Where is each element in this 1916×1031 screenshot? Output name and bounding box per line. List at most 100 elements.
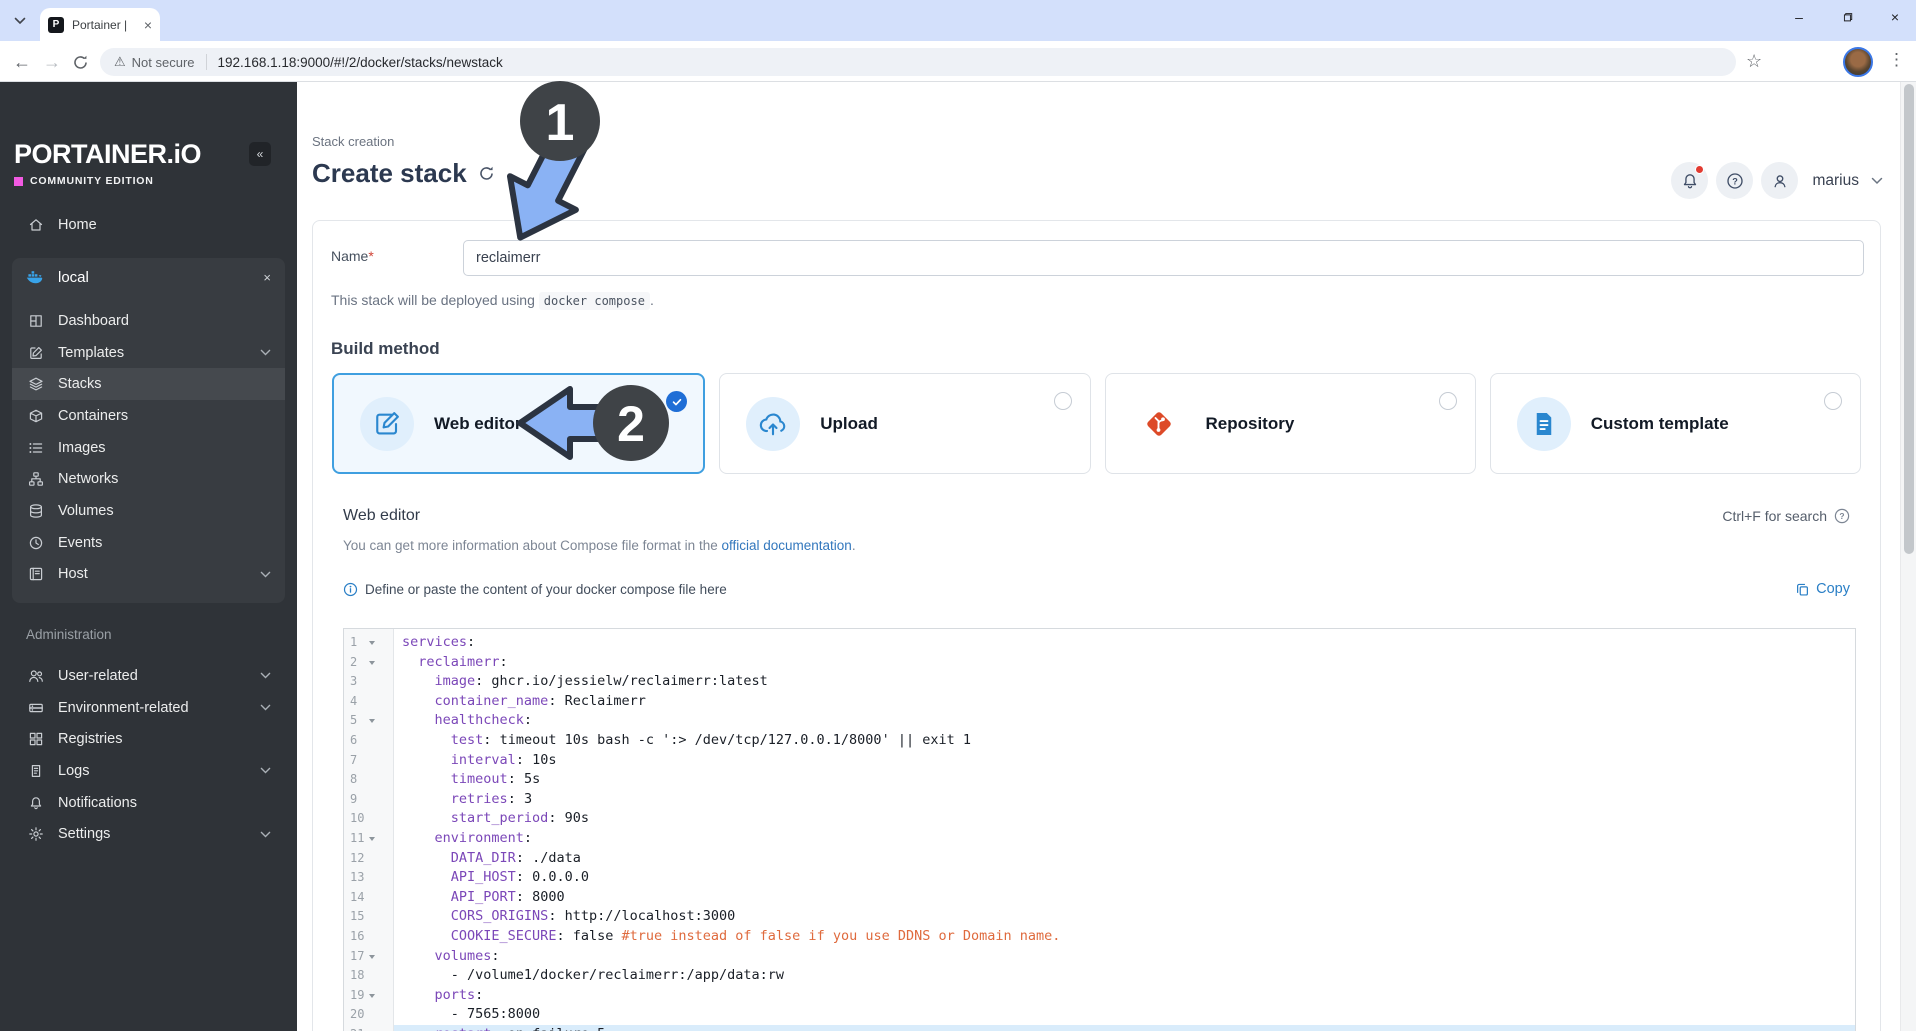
sidebar-item-events[interactable]: Events: [12, 527, 285, 559]
sidebar-item-user-related[interactable]: User-related: [12, 660, 285, 692]
environment-header[interactable]: local ×: [12, 258, 285, 297]
sidebar-item-images[interactable]: Images: [12, 432, 285, 464]
code-line[interactable]: healthcheck:: [394, 711, 1855, 731]
fold-arrow-icon[interactable]: [369, 660, 375, 665]
fold-arrow-icon[interactable]: [369, 719, 375, 724]
window-close-button[interactable]: ×: [1882, 4, 1908, 30]
editor-code-area[interactable]: services: reclaimerr: image: ghcr.io/jes…: [394, 629, 1855, 1031]
code-line[interactable]: volumes:: [394, 947, 1855, 967]
sidebar-item-logs[interactable]: Logs: [12, 755, 285, 787]
window-restore-button[interactable]: [1834, 4, 1860, 30]
sidebar-item-templates[interactable]: Templates: [12, 337, 285, 369]
code-line[interactable]: reclaimerr:: [394, 653, 1855, 673]
username[interactable]: marius: [1812, 172, 1859, 190]
sidebar-item-environment-related[interactable]: Environment-related: [12, 692, 285, 724]
code-line[interactable]: - 7565:8000: [394, 1005, 1855, 1025]
sidebar-item-dashboard[interactable]: Dashboard: [12, 305, 285, 337]
code-line[interactable]: image: ghcr.io/jessielw/reclaimerr:lates…: [394, 672, 1855, 692]
refresh-icon[interactable]: [478, 165, 495, 182]
line-number: 9: [350, 791, 358, 806]
code-line[interactable]: restart: on-failure:5: [394, 1024, 1855, 1031]
code-line[interactable]: COOKIE_SECURE: false #true instead of fa…: [394, 927, 1855, 947]
sidebar-item-label: Networks: [58, 471, 119, 488]
build-method-upload[interactable]: Upload: [719, 373, 1091, 474]
tab-search-chevron-icon[interactable]: [10, 12, 30, 30]
not-secure-label: Not secure: [131, 54, 195, 70]
fold-arrow-icon[interactable]: [369, 641, 375, 645]
window-minimize-button[interactable]: –: [1786, 4, 1812, 30]
dashboard-icon: [28, 313, 44, 329]
sidebar-item-volumes[interactable]: Volumes: [12, 495, 285, 527]
build-method-radio[interactable]: [1438, 392, 1457, 410]
browser-menu-icon[interactable]: ⋮: [1888, 50, 1905, 70]
stack-name-input[interactable]: [463, 240, 1864, 276]
browser-profile-avatar[interactable]: [1843, 47, 1873, 77]
fold-arrow-icon[interactable]: [369, 954, 375, 959]
build-method-custom-template[interactable]: Custom template: [1489, 373, 1861, 474]
tab-close-icon[interactable]: ×: [144, 17, 152, 33]
sidebar-item-home[interactable]: Home: [12, 209, 285, 241]
bookmark-star-icon[interactable]: ☆: [1746, 51, 1762, 72]
code-line[interactable]: DATA_DIR: ./data: [394, 849, 1855, 869]
sidebar-item-stacks[interactable]: Stacks: [12, 368, 285, 401]
docker-whale-icon: [26, 270, 44, 285]
build-method-radio[interactable]: [1053, 392, 1072, 410]
code-line[interactable]: container_name: Reclaimerr: [394, 692, 1855, 712]
code-line[interactable]: API_PORT: 8000: [394, 888, 1855, 908]
sidebar-item-containers[interactable]: Containers: [12, 400, 285, 432]
code-line[interactable]: - /volume1/docker/reclaimerr:/app/data:r…: [394, 966, 1855, 986]
upload-icon: [746, 396, 801, 451]
sidebar-item-registries[interactable]: Registries: [12, 723, 285, 755]
code-line[interactable]: API_HOST: 0.0.0.0: [394, 868, 1855, 888]
search-help-icon[interactable]: ?: [1834, 508, 1850, 524]
sidebar-item-host[interactable]: Host: [12, 559, 285, 591]
build-method-radio[interactable]: [1824, 392, 1842, 410]
sidebar: PORTAINER.iO « COMMUNITY EDITION Home lo…: [0, 82, 297, 1031]
fold-arrow-icon[interactable]: [369, 993, 375, 998]
code-line[interactable]: services:: [394, 633, 1855, 653]
help-button[interactable]: ?: [1716, 162, 1754, 199]
reload-button[interactable]: [66, 48, 94, 76]
code-line[interactable]: ports:: [394, 986, 1855, 1006]
code-line[interactable]: start_period: 90s: [394, 809, 1855, 829]
url-bar[interactable]: ⚠ Not secure 192.168.1.18:9000/#!/2/dock…: [100, 48, 1736, 76]
browser-tab[interactable]: P Portainer | ×: [40, 8, 160, 41]
user-avatar-icon[interactable]: [1761, 162, 1799, 199]
compose-info-text: You can get more information about Compo…: [343, 538, 856, 553]
sidebar-item-settings[interactable]: Settings: [12, 818, 285, 850]
url-divider: [205, 54, 207, 70]
window-controls: – ×: [1786, 4, 1908, 30]
back-button[interactable]: ←: [8, 48, 36, 76]
notifications-bell-button[interactable]: [1671, 162, 1709, 199]
code-line[interactable]: environment:: [394, 829, 1855, 849]
sidebar-item-label: Containers: [58, 407, 129, 424]
sidebar-collapse-button[interactable]: «: [249, 142, 271, 166]
web-editor-icon: [360, 396, 414, 451]
page-scrollbar[interactable]: [1900, 82, 1916, 1031]
scrollbar-thumb[interactable]: [1904, 84, 1914, 554]
url-text[interactable]: 192.168.1.18:9000/#!/2/docker/stacks/new…: [218, 55, 503, 70]
fold-arrow-icon[interactable]: [369, 836, 375, 841]
code-line[interactable]: timeout: 5s: [394, 770, 1855, 790]
code-line[interactable]: test: timeout 10s bash -c ':> /dev/tcp/1…: [394, 731, 1855, 751]
sidebar-item-label: Environment-related: [58, 699, 189, 716]
build-method-options: Web editor Upload Repository Custom templat…: [332, 373, 1861, 474]
environment-close-icon[interactable]: ×: [263, 270, 271, 285]
line-number: 7: [350, 752, 358, 767]
build-method-web-editor[interactable]: Web editor: [332, 373, 706, 474]
sidebar-item-notifications[interactable]: Notifications: [12, 787, 285, 819]
official-documentation-link[interactable]: official documentation: [721, 538, 851, 553]
tab-title: Portainer |: [72, 17, 128, 32]
user-menu-chevron-icon[interactable]: [1871, 177, 1883, 185]
code-line[interactable]: retries: 3: [394, 790, 1855, 810]
code-line[interactable]: interval: 10s: [394, 751, 1855, 771]
sidebar-item-networks[interactable]: Networks: [12, 463, 285, 495]
copy-button[interactable]: Copy: [1795, 581, 1850, 597]
volumes-icon: [28, 503, 44, 519]
code-line[interactable]: CORS_ORIGINS: http://localhost:3000: [394, 907, 1855, 927]
edition-label: COMMUNITY EDITION: [14, 175, 154, 187]
compose-code-editor[interactable]: 123456789101112131415161718192021 servic…: [343, 628, 1856, 1031]
forward-button[interactable]: →: [38, 48, 66, 76]
build-method-repository[interactable]: Repository: [1104, 373, 1476, 474]
sidebar-item-label: Stacks: [58, 376, 102, 393]
